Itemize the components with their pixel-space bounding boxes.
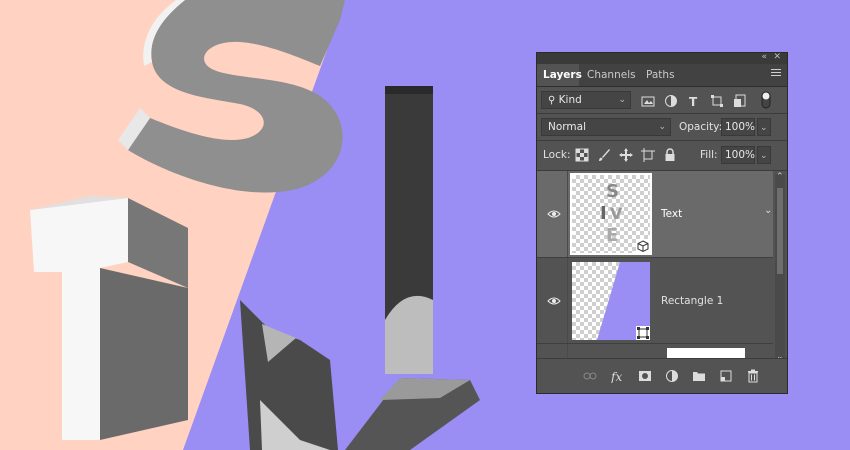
kind-filter-dropdown[interactable]: ⚲ Kind ⌄	[541, 91, 631, 109]
tab-channels[interactable]: Channels	[581, 64, 642, 86]
collapse-icon[interactable]: «	[761, 52, 767, 63]
scrollbar-thumb[interactable]	[777, 188, 783, 274]
visibility-eye-icon[interactable]	[547, 296, 561, 306]
svg-text:E: E	[606, 225, 618, 246]
opacity-input[interactable]: 100%	[721, 118, 755, 136]
layer-thumbnail-text: S I V E	[570, 173, 652, 255]
kind-label: Kind	[558, 94, 582, 106]
blend-mode-dropdown[interactable]: Normal ⌄	[541, 118, 671, 136]
pillar-3d	[385, 86, 433, 374]
layers-scrollbar[interactable]: ⌃ ⌄	[775, 172, 785, 362]
search-icon: ⚲	[548, 95, 556, 106]
divider	[567, 258, 568, 344]
smart-object-filter-icon[interactable]	[733, 94, 747, 108]
tab-layers[interactable]: Layers	[537, 64, 582, 86]
filter-toggle-icon[interactable]	[761, 91, 771, 109]
svg-text:I: I	[600, 203, 607, 224]
panel-tabs: Layers Channels Paths	[537, 64, 787, 87]
lock-position-icon[interactable]	[619, 148, 633, 162]
lock-image-pixels-icon[interactable]	[597, 148, 611, 162]
scroll-up-icon[interactable]: ⌃	[776, 172, 784, 182]
group-folder-icon[interactable]	[692, 369, 706, 383]
chevron-down-icon: ⌄	[658, 122, 666, 132]
opacity-label: Opacity:	[679, 121, 723, 133]
layer-name[interactable]: Rectangle 1	[661, 295, 723, 307]
link-layers-icon[interactable]	[583, 369, 597, 383]
shape-filter-icon[interactable]	[710, 94, 724, 108]
blend-row: Normal ⌄ Opacity: 100% ⌄	[537, 114, 787, 140]
svg-text:T: T	[689, 95, 698, 108]
blend-mode-value: Normal	[548, 121, 586, 133]
layers-panel: « ✕ Layers Channels Paths ⚲ Kind ⌄ T Nor…	[536, 52, 788, 394]
image-filter-icon[interactable]	[641, 94, 655, 108]
chevron-down-icon[interactable]: ⌄	[764, 205, 772, 216]
panel-bottom-toolbar: fx	[537, 358, 787, 393]
visibility-eye-icon[interactable]	[547, 209, 561, 219]
layer-name[interactable]: Text	[661, 208, 682, 220]
svg-text:fx: fx	[611, 370, 622, 383]
lock-row: Lock: Fill: 100% ⌄	[537, 141, 787, 169]
chevron-down-icon: ⌄	[618, 95, 626, 105]
mask-icon[interactable]	[638, 369, 652, 383]
lock-label: Lock:	[543, 149, 571, 161]
panel-menu-icon[interactable]	[771, 69, 781, 79]
lock-artboard-icon[interactable]	[641, 148, 655, 162]
filter-row: ⚲ Kind ⌄ T	[537, 87, 787, 113]
chevron-down-icon: ⌄	[760, 151, 768, 161]
shape-layer-badge-icon	[636, 326, 650, 340]
adjustment-filter-icon[interactable]	[664, 94, 678, 108]
chevron-down-icon: ⌄	[760, 123, 768, 133]
close-icon[interactable]: ✕	[773, 52, 781, 63]
fill-label: Fill:	[700, 149, 718, 161]
lock-all-icon[interactable]	[663, 148, 677, 162]
lock-transparent-pixels-icon[interactable]	[575, 148, 589, 162]
type-filter-icon[interactable]: T	[687, 94, 701, 108]
panel-titlebar[interactable]: « ✕	[537, 52, 787, 64]
opacity-dropdown-button[interactable]: ⌄	[757, 118, 771, 136]
fill-input[interactable]: 100%	[721, 146, 755, 164]
fill-dropdown-button[interactable]: ⌄	[757, 146, 771, 164]
layer-row-rectangle[interactable]: Rectangle 1	[537, 257, 773, 344]
new-layer-icon[interactable]	[719, 369, 733, 383]
tab-paths[interactable]: Paths	[640, 64, 681, 86]
svg-text:S: S	[606, 181, 619, 202]
divider	[567, 171, 568, 257]
layer-thumbnail-rectangle	[572, 262, 650, 340]
layer-row-text[interactable]: S I V E Text ⌄	[537, 171, 773, 257]
trash-icon[interactable]	[746, 369, 760, 383]
fx-icon[interactable]: fx	[611, 369, 625, 383]
adjustment-layer-icon[interactable]	[665, 369, 679, 383]
3d-layer-badge-icon	[636, 239, 650, 253]
svg-text:V: V	[610, 204, 623, 223]
